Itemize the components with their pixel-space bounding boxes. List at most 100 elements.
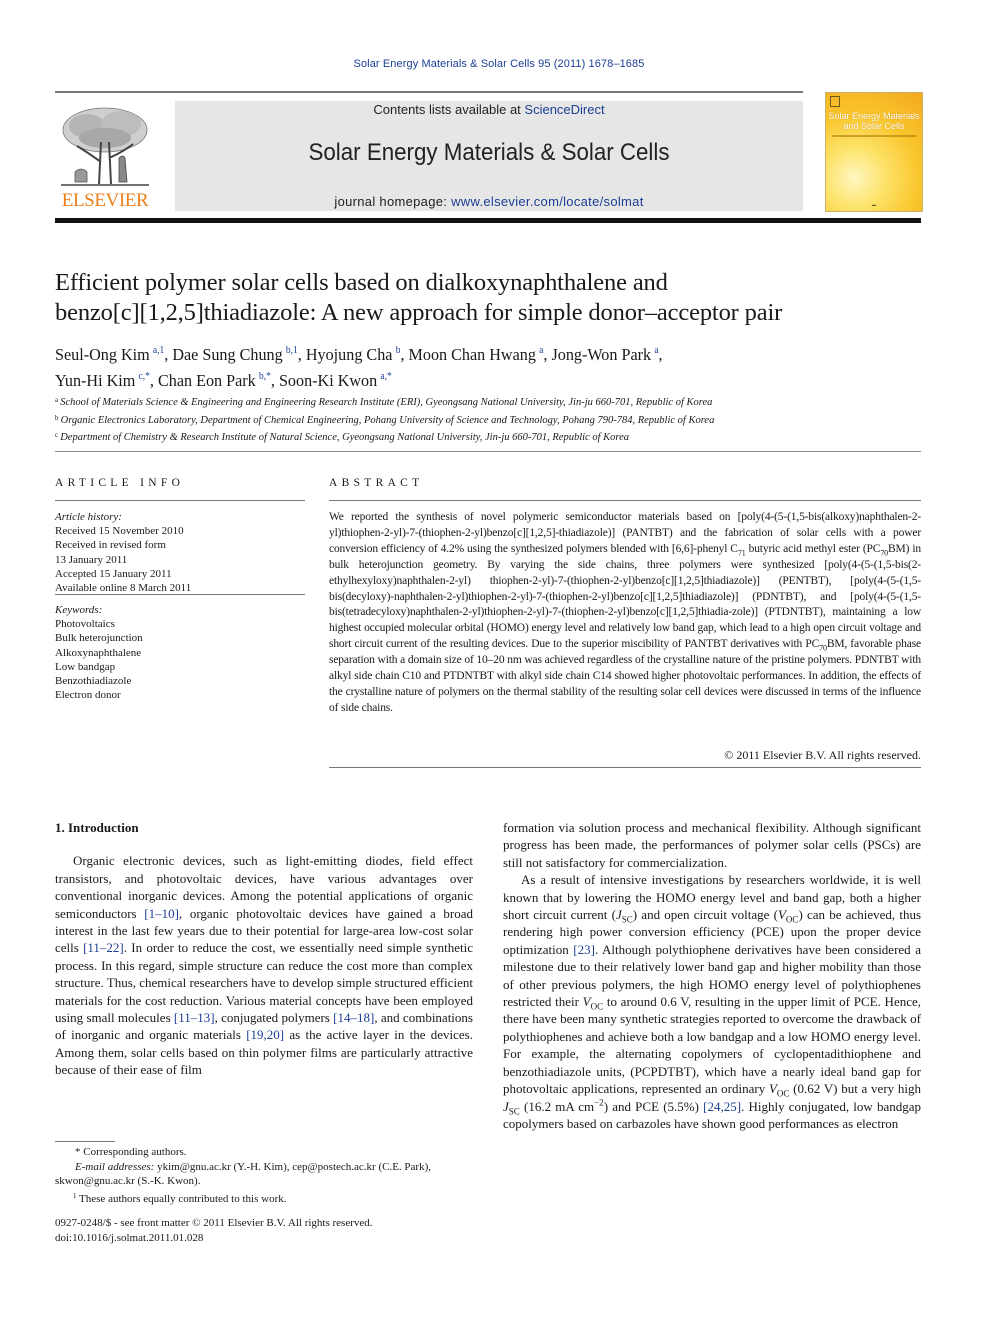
homepage-prefix: journal homepage:	[334, 194, 452, 209]
cover-title: Solar Energy Materials and Solar Cells	[826, 111, 922, 131]
affiliation-key: a	[55, 396, 59, 404]
contents-availability: Contents lists available at ScienceDirec…	[175, 102, 803, 117]
history-label: Article history:	[55, 511, 122, 523]
journal-homepage: journal homepage: www.elsevier.com/locat…	[175, 194, 803, 209]
author-name: Seul-Ong Kim	[55, 345, 150, 364]
email-addresses-continued[interactable]: skwon@gnu.ac.kr (S.-K. Kwon).	[55, 1174, 473, 1189]
section-heading-introduction: 1. Introduction	[55, 820, 139, 835]
author-name: Soon-Ki Kwon	[278, 371, 378, 390]
keyword-item: Alkoxynaphthalene	[55, 646, 142, 659]
sciencedirect-link[interactable]: ScienceDirect	[524, 102, 604, 117]
author-name: Jong-Won Park	[551, 345, 652, 364]
author-affiliation-link[interactable]: b,*	[259, 371, 271, 382]
email-list[interactable]: ykim@gnu.ac.kr (Y.-H. Kim), cep@postech.…	[154, 1161, 431, 1173]
body-column-left: 1. Introduction Organic electronic devic…	[55, 819, 473, 1079]
cover-emblem-icon	[830, 96, 840, 107]
body-text: ) and open circuit voltage (	[632, 907, 778, 923]
keyword-item: Benzothiadiazole	[55, 675, 132, 688]
body-paragraph: As a result of intensive investigations …	[503, 871, 921, 1132]
affiliation-list: a School of Materials Science & Engineer…	[55, 393, 935, 446]
author-separator: ,	[164, 345, 173, 364]
footnotes: * Corresponding authors. E-mail addresse…	[55, 1145, 473, 1206]
elsevier-logo[interactable]: ELSEVIER	[55, 102, 155, 212]
author-affiliation-link[interactable]: c,*	[139, 371, 150, 382]
author-separator: ,	[400, 345, 409, 364]
contents-prefix: Contents lists available at	[373, 102, 525, 117]
symbol-v: V	[582, 994, 591, 1010]
citation-link[interactable]: [11–22]	[83, 940, 124, 955]
journal-banner: Contents lists available at ScienceDirec…	[175, 101, 803, 211]
abstract-text-segment: butyric acid methyl ester (PC	[745, 542, 881, 555]
citation-link[interactable]: [1–10]	[144, 906, 179, 921]
author-affiliation-link[interactable]: b,1	[286, 345, 298, 356]
history-item: Received in revised form	[55, 539, 166, 552]
author-line-2: Yun-Hi Kim c,*, Chan Eon Park b,*, Soon-…	[55, 366, 891, 392]
keyword-item: Photovoltaics	[55, 618, 115, 631]
affiliation-text: Organic Electronics Laboratory, Departme…	[60, 414, 715, 426]
footnote-text: These authors equally contributed to thi…	[76, 1192, 287, 1205]
journal-title: Solar Energy Materials & Solar Cells	[308, 139, 670, 166]
affiliation-key: c	[55, 431, 59, 439]
author-name: Hyojung Cha	[305, 345, 393, 364]
author-separator: ,	[658, 345, 663, 364]
cover-publisher-mark: ▬	[872, 202, 876, 207]
citation-link[interactable]: [14–18]	[333, 1010, 374, 1025]
subscript: OC	[776, 1088, 790, 1099]
author-affiliation-link[interactable]: a,1	[153, 345, 164, 356]
email-addresses: E-mail addresses: ykim@gnu.ac.kr (Y.-H. …	[55, 1160, 473, 1175]
cover-title-line2: and Solar Cells	[843, 121, 905, 131]
citation-link[interactable]: [23]	[573, 942, 595, 957]
abstract-text-segment: BM) in bulk heterojunction geometry. By …	[329, 542, 921, 651]
citation-link[interactable]: [24,25]	[703, 1099, 741, 1114]
corresponding-authors-note: * Corresponding authors.	[75, 1146, 187, 1158]
email-label: E-mail addresses:	[75, 1160, 155, 1173]
equal-contribution-note: 1 These authors equally contributed to t…	[55, 1189, 473, 1207]
symbol-v: V	[777, 907, 786, 923]
body-text: ) and PCE (5.5%)	[603, 1098, 704, 1114]
affiliation-c: c Department of Chemistry & Research Ins…	[55, 428, 935, 446]
title-line-1: Efficient polymer solar cells based on d…	[55, 269, 668, 296]
subscript: 70	[880, 548, 889, 558]
author-line-1: Seul-Ong Kim a,1, Dae Sung Chung b,1, Hy…	[55, 340, 891, 366]
author-name: Dae Sung Chung	[172, 345, 283, 364]
author-name: Moon Chan Hwang	[408, 345, 536, 364]
affiliation-key: b	[55, 413, 59, 422]
author-list: Seul-Ong Kim a,1, Dae Sung Chung b,1, Hy…	[55, 340, 891, 392]
author-affiliation-link[interactable]: a,*	[380, 371, 391, 382]
doi[interactable]: doi:10.1016/j.solmat.2011.01.028	[55, 1231, 473, 1246]
elsevier-tree-icon	[61, 107, 149, 186]
citation-link[interactable]: [19,20]	[246, 1027, 284, 1042]
abstract-rule	[329, 767, 921, 768]
citation-link[interactable]: [11–13]	[174, 1010, 215, 1025]
abstract-rule	[329, 500, 921, 501]
body-paragraph: formation via solution process and mecha…	[503, 820, 921, 870]
keyword-item: Electron donor	[55, 689, 121, 702]
abstract-heading: ABSTRACT	[329, 477, 424, 489]
author-separator: ,	[543, 345, 552, 364]
affiliation-text: Department of Chemistry & Research Insti…	[60, 432, 629, 443]
subscript: 70	[819, 643, 827, 653]
homepage-link[interactable]: www.elsevier.com/locate/solmat	[451, 194, 644, 209]
cover-title-line1: Solar Energy Materials	[828, 111, 920, 121]
article-history: Article history: Received 15 November 20…	[55, 510, 305, 595]
keyword-item: Low bandgap	[55, 660, 116, 673]
elsevier-wordmark: ELSEVIER	[61, 190, 149, 211]
author-separator: ,	[297, 345, 306, 364]
keyword-item: Bulk heterojunction	[55, 632, 143, 645]
author-name: Chan Eon Park	[157, 371, 256, 390]
keywords-label: Keywords:	[55, 604, 103, 616]
author-separator: ,	[270, 371, 279, 390]
journal-reference[interactable]: Solar Energy Materials & Solar Cells 95 …	[0, 58, 992, 70]
keywords: Keywords: Photovoltaics Bulk heterojunct…	[55, 603, 305, 702]
header-thick-rule	[55, 218, 921, 223]
article-info-rule	[55, 500, 305, 501]
journal-cover-thumbnail[interactable]: Solar Energy Materials and Solar Cells ▬	[825, 92, 923, 212]
header-top-rule	[55, 91, 803, 93]
body-text: (0.62 V) but a very high	[789, 1081, 921, 1097]
article-title: Efficient polymer solar cells based on d…	[55, 268, 935, 328]
issn-copyright: 0927-0248/$ - see front matter © 2011 El…	[55, 1217, 373, 1229]
footnote-rule	[55, 1141, 115, 1142]
history-item: Accepted 15 January 2011	[55, 567, 172, 580]
body-text: (16.2 mA cm	[519, 1098, 595, 1114]
abstract-body: We reported the synthesis of novel polym…	[329, 510, 921, 717]
